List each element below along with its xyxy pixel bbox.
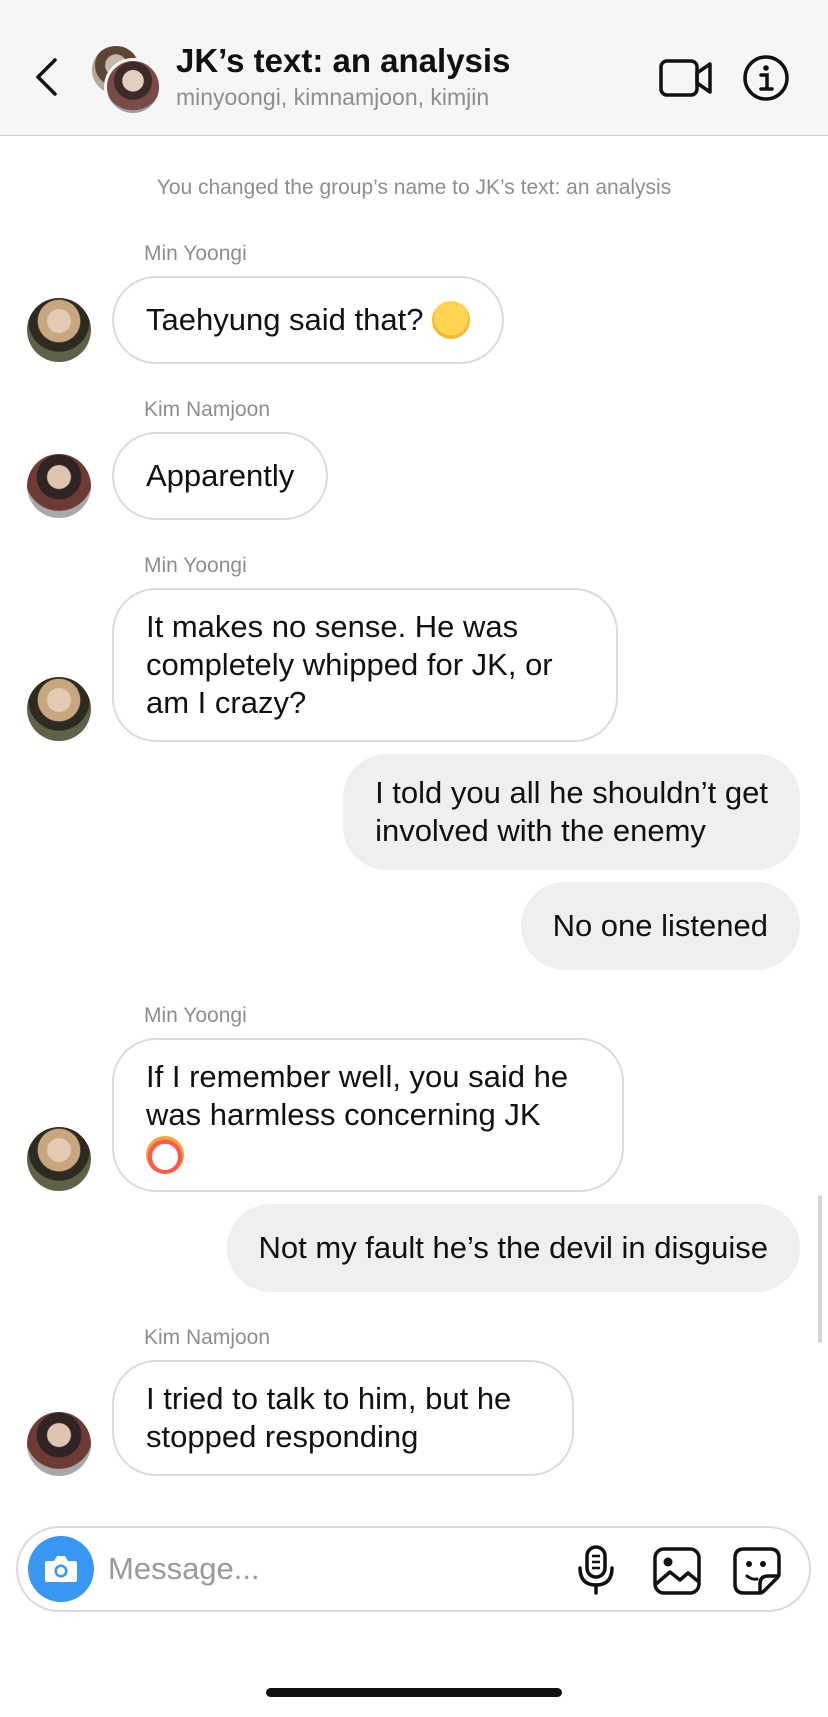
message-text: If I remember well, you said he: [146, 1059, 569, 1094]
message-text: Not my fault he’s the devil in disguise: [258, 1230, 768, 1265]
message-bubble[interactable]: Not my fault he’s the devil in disguise: [226, 1204, 800, 1292]
sender-name: Kim Namjoon: [144, 398, 271, 421]
message-bubble[interactable]: I tried to talk to him, but he stopped r…: [112, 1360, 574, 1476]
sender-name: Min Yoongi: [144, 554, 247, 577]
clown-face-icon: [146, 1135, 184, 1174]
message-text: Apparently: [146, 458, 295, 493]
message-text: completely whipped for JK, or: [146, 647, 553, 682]
message-bubble[interactable]: If I remember well, you said he was harm…: [112, 1038, 624, 1192]
message-bubble[interactable]: No one listened: [520, 882, 800, 970]
message-bubble[interactable]: It makes no sense. He was completely whi…: [112, 588, 618, 742]
avatar[interactable]: [27, 1412, 91, 1476]
avatar[interactable]: [27, 298, 91, 362]
message-text: am I crazy?: [146, 685, 307, 720]
home-indicator: [266, 1688, 562, 1697]
message-text: was harmless concerning JK: [146, 1097, 541, 1132]
video-camera-icon[interactable]: [658, 56, 714, 100]
info-icon[interactable]: [742, 54, 790, 102]
message-text: I tried to talk to him, but he: [146, 1381, 512, 1416]
system-message: You changed the group’s name to JK’s tex…: [156, 176, 672, 199]
emoji-line: [146, 1134, 568, 1174]
message-text: I told you all he shouldn’t get: [375, 775, 768, 810]
avatar[interactable]: [27, 677, 91, 741]
sender-name: Min Yoongi: [144, 1004, 247, 1027]
chat-members[interactable]: minyoongi, kimnamjoon, kimjin: [176, 84, 489, 111]
sender-name: Min Yoongi: [144, 242, 247, 265]
chat-title[interactable]: JK’s text: an analysis: [176, 42, 510, 80]
gallery-icon[interactable]: [652, 1546, 702, 1596]
thinking-face-icon: [431, 301, 470, 339]
back-icon[interactable]: [26, 52, 66, 102]
sender-name: Kim Namjoon: [144, 1326, 271, 1349]
member-avatar-front: [104, 58, 162, 116]
message-text: stopped responding: [146, 1419, 419, 1454]
group-avatar[interactable]: [90, 44, 162, 116]
message-input[interactable]: [108, 1546, 488, 1592]
camera-icon[interactable]: [28, 1536, 94, 1602]
chat-header: JK’s text: an analysis minyoongi, kimnam…: [0, 0, 828, 136]
message-bubble[interactable]: Taehyung said that?: [112, 276, 504, 364]
message-text: Taehyung said that?: [146, 302, 424, 337]
message-bubble[interactable]: I told you all he shouldn’t get involved…: [343, 754, 800, 870]
message-text: involved with the enemy: [375, 813, 706, 848]
message-text: It makes no sense. He was: [146, 609, 519, 644]
sticker-icon[interactable]: [732, 1546, 782, 1596]
message-bubble[interactable]: Apparently: [112, 432, 329, 520]
message-text: No one listened: [552, 908, 768, 943]
avatar[interactable]: [27, 454, 91, 518]
scroll-indicator[interactable]: [818, 1195, 822, 1343]
avatar[interactable]: [27, 1127, 91, 1191]
message-composer: [16, 1526, 811, 1612]
microphone-icon[interactable]: [576, 1544, 616, 1596]
